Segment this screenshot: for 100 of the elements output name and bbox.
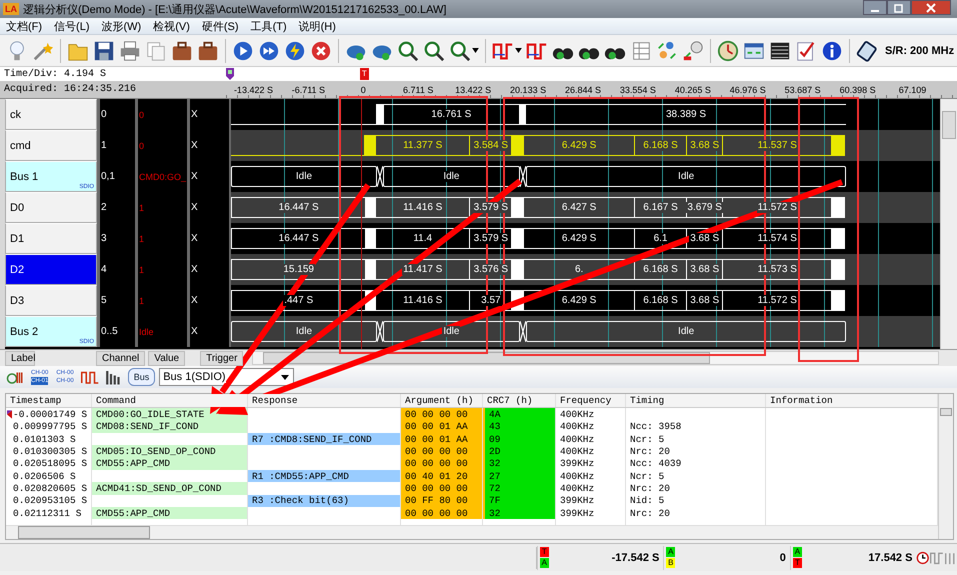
command-cell: CMD05:IO_SEND_OP_COND xyxy=(92,445,248,458)
response-cell: R3 :Check bit(63) xyxy=(248,494,401,507)
info-icon[interactable] xyxy=(821,40,843,62)
bus-segment: Idle xyxy=(526,166,846,187)
menu-item[interactable]: 硬件(S) xyxy=(196,18,245,34)
pulse-segment: 3.579 S xyxy=(469,197,512,218)
argument-cell: 00 00 00 00 xyxy=(401,408,483,421)
scroll-thumb[interactable] xyxy=(18,526,150,540)
command-cell: CMD08:SEND_IF_COND xyxy=(92,420,248,434)
bus-segment: Idle xyxy=(231,321,377,342)
magnifier-icon[interactable] xyxy=(449,40,471,62)
menu-item[interactable]: 信号(L) xyxy=(48,18,96,34)
cursor-badge: T xyxy=(540,547,549,557)
bus-segment: Idle xyxy=(526,321,846,342)
pulse-segment: 11.377 S xyxy=(375,135,470,156)
pulse-segment: 11.4 xyxy=(375,228,470,249)
frequency-cell: 400KHz xyxy=(556,408,626,421)
column-header-button[interactable]: Label xyxy=(5,350,35,366)
channel-label[interactable]: ck xyxy=(5,99,97,130)
lightning-icon[interactable] xyxy=(284,40,306,62)
menu-item[interactable]: 波形(W) xyxy=(96,18,148,34)
timing-cell: Ncc: 3958 xyxy=(626,420,766,434)
timing-cell: Nrc: 20 xyxy=(626,445,766,458)
briefcase-icon[interactable] xyxy=(197,40,219,62)
bus-button[interactable]: Bus xyxy=(128,368,156,386)
minimize-icon xyxy=(871,10,879,12)
scroll-thumb[interactable] xyxy=(942,111,956,139)
caret-icon xyxy=(281,374,290,380)
minimize-button[interactable] xyxy=(863,0,887,15)
crc-cell: 4A xyxy=(483,408,556,421)
measurement-value: -17.542 S xyxy=(610,552,660,564)
axis-label: -6.711 S xyxy=(290,84,326,94)
crc-cell: 2D xyxy=(483,445,556,458)
scrollbar[interactable] xyxy=(6,525,938,540)
close-button[interactable] xyxy=(911,0,951,15)
time-per-division: Time/Div: 4.194 S xyxy=(3,68,108,80)
bus-segment: Idle xyxy=(382,321,520,342)
trigger-marker[interactable]: T xyxy=(360,68,369,80)
channel-label[interactable]: D3 xyxy=(5,285,97,316)
measurement-value: 17.542 S xyxy=(867,552,914,564)
pulse-segment: 11.574 S xyxy=(722,228,832,249)
pulse-segment: 6.167 S xyxy=(634,197,686,218)
pulse-segment: 3.584 S xyxy=(469,135,512,156)
timestamp-cell: 0.0206506 S xyxy=(6,470,92,482)
axis-label: 0 xyxy=(360,84,367,94)
cursor-badge: T xyxy=(792,558,802,568)
scrollbar[interactable] xyxy=(940,99,957,349)
frequency-cell: 400KHz xyxy=(556,482,626,495)
timestamp-cell: 0.020953105 S xyxy=(6,494,92,507)
argument-cell: 00 00 00 00 xyxy=(401,458,483,470)
window-title: 逻辑分析仪(Demo Mode) - [E:\通用仪器\Acute\Waveform\W20151217162533_00.LAW] xyxy=(23,2,448,16)
crc-cell: 09 xyxy=(483,433,556,446)
cursor-marker-icon[interactable] xyxy=(226,68,234,80)
play-icon[interactable] xyxy=(232,40,254,62)
axis-label: 60.398 S xyxy=(838,84,877,94)
restore-button[interactable] xyxy=(887,0,911,15)
pulse-segment: 6.168 S xyxy=(634,259,686,280)
column-header-button[interactable]: Value xyxy=(148,350,186,366)
crc-cell: 32 xyxy=(483,458,556,470)
argument-cell: 00 00 01 AA xyxy=(401,420,483,434)
channel-label[interactable]: D2 xyxy=(5,254,97,285)
zoom-in-icon[interactable] xyxy=(397,40,419,62)
menu-item[interactable]: 文档(F) xyxy=(0,18,48,34)
menu-item[interactable]: 检视(V) xyxy=(147,18,196,34)
axis-label: 26.844 S xyxy=(564,84,602,94)
printer-icon[interactable] xyxy=(119,40,141,62)
pulse-segment: 11.572 S xyxy=(722,290,832,311)
caret-icon[interactable] xyxy=(515,48,522,53)
pulse-segment: 6.168 S xyxy=(634,135,686,156)
argument-cell: 00 FF 80 00 xyxy=(401,494,483,507)
pulse-segment: 6.427 S xyxy=(523,197,634,218)
timing-cell: Nid: 5 xyxy=(626,494,766,507)
column-header-button[interactable]: Trigger xyxy=(200,350,244,366)
channel-label[interactable]: D0 xyxy=(5,192,97,223)
axis-label: 67.109 xyxy=(898,84,928,94)
scroll-thumb[interactable] xyxy=(940,408,952,416)
pulse-segment: 3.68 S xyxy=(686,135,722,156)
timing-cell: Ncr: 5 xyxy=(626,433,766,446)
channel-value: CMD0:GO_ xyxy=(135,161,187,192)
pulse-segment: 6.429 S xyxy=(523,135,634,156)
scrollbar[interactable] xyxy=(938,394,953,539)
caret-icon[interactable] xyxy=(472,48,479,53)
command-cell: CMD55:APP_CMD xyxy=(92,506,248,520)
fast-forward-icon[interactable] xyxy=(258,40,280,62)
stop-icon[interactable] xyxy=(310,40,332,62)
axis-label: 40.265 S xyxy=(674,84,712,94)
channel-label[interactable]: cmd xyxy=(5,130,97,161)
channel-label[interactable]: D1 xyxy=(5,223,97,254)
zoom-out-icon[interactable] xyxy=(423,40,445,62)
pulse-segment: 3.579 S xyxy=(469,228,512,249)
menu-item[interactable]: 工具(T) xyxy=(244,18,293,34)
argument-cell: 00 00 00 00 xyxy=(401,482,483,495)
briefcase-icon[interactable] xyxy=(171,40,193,62)
menu-item[interactable]: 说明(H) xyxy=(292,18,342,34)
axis-label: 33.554 S xyxy=(618,84,657,94)
checklist-icon[interactable] xyxy=(795,40,817,62)
column-header-button[interactable]: Channel xyxy=(96,350,146,366)
column-header[interactable]: Response xyxy=(248,394,401,408)
pulse-segment: 3.68 S xyxy=(686,290,722,311)
frequency-cell: 400KHz xyxy=(556,420,626,434)
